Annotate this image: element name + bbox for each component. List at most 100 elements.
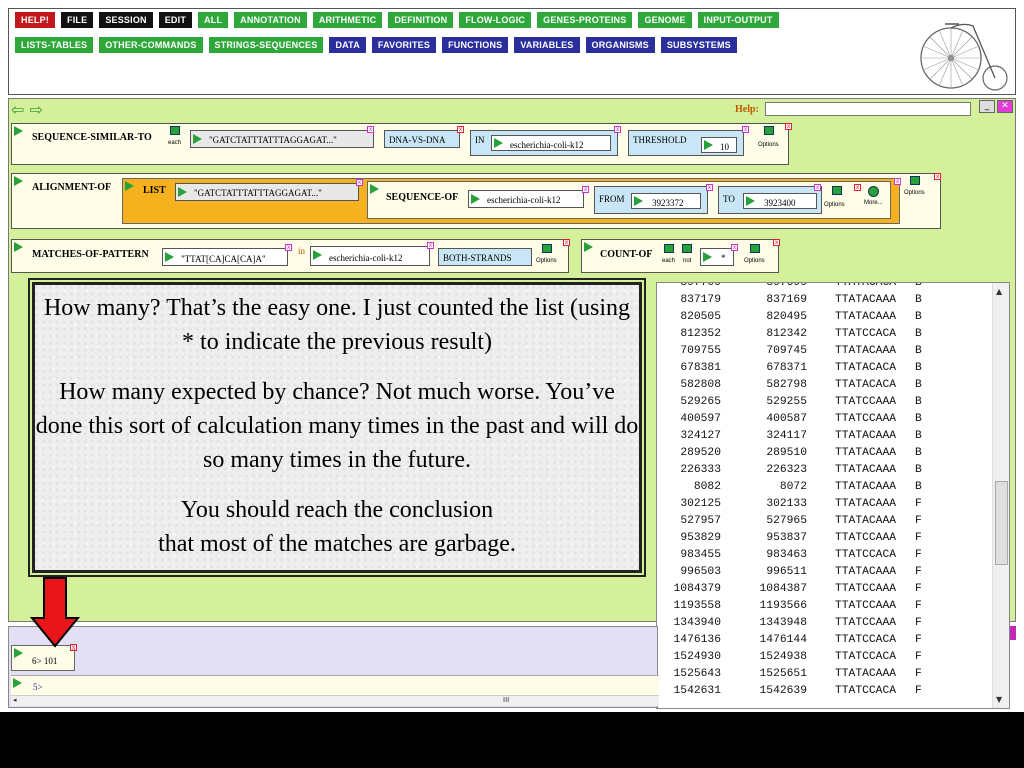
menu-button-data[interactable]: DATA <box>329 37 366 53</box>
in-organism-field[interactable]: IN escherichia-coli-k12 <box>470 130 618 156</box>
menu-button-all[interactable]: ALL <box>198 12 229 28</box>
help-input[interactable] <box>764 102 971 116</box>
sequence-of-block[interactable]: SEQUENCE-OF escherichia-coli-k12 x FROM … <box>367 181 891 219</box>
table-cell: 527965 <box>766 515 807 527</box>
horizontal-scrollbar[interactable]: ◂ III <box>11 695 659 706</box>
arrow-icon <box>178 187 187 197</box>
menu-button-input-output[interactable]: INPUT-OUTPUT <box>697 12 779 28</box>
from-input[interactable]: 3923372 <box>631 193 701 209</box>
threshold-input[interactable]: 10 <box>701 137 737 153</box>
run-arrow-icon[interactable] <box>14 176 23 186</box>
pattern-field[interactable]: "TTAT[CA]CA[CA]A" <box>162 248 288 266</box>
run-arrow-icon[interactable] <box>14 648 23 658</box>
remove-icon[interactable]: x <box>563 239 570 246</box>
run-arrow-icon[interactable] <box>125 181 134 191</box>
to-field[interactable]: TO 3923400 <box>718 186 822 214</box>
organism-field[interactable]: escherichia-coli-k12 <box>491 135 611 151</box>
menu-button-lists-tables[interactable]: LISTS-TABLES <box>15 37 94 53</box>
menu-button-session[interactable]: SESSION <box>99 12 153 28</box>
alignment-of-box[interactable]: ALIGNMENT-OF LIST "GATCTATTTATTTAGGAGAT.… <box>11 173 941 229</box>
menu-button-functions[interactable]: FUNCTIONS <box>442 37 509 53</box>
each-toggle-icon[interactable] <box>664 244 674 253</box>
menu-button-subsystems[interactable]: SUBSYSTEMS <box>660 37 737 53</box>
menu-button-annotation[interactable]: ANNOTATION <box>234 12 307 28</box>
menu-button-help[interactable]: HELP! <box>15 12 55 28</box>
table-cell: 8082 <box>693 481 721 493</box>
menu-button-arithmetic[interactable]: ARITHMETIC <box>312 12 383 28</box>
to-input[interactable]: 3923400 <box>743 193 817 209</box>
remove-icon[interactable]: x <box>731 244 738 251</box>
menu-button-favorites[interactable]: FAVORITES <box>371 37 437 53</box>
menu-button-edit[interactable]: EDIT <box>158 12 193 28</box>
remove-icon[interactable]: x <box>457 126 464 133</box>
menu-button-variables[interactable]: VARIABLES <box>514 37 580 53</box>
run-arrow-icon[interactable] <box>370 184 379 194</box>
scroll-down-icon[interactable]: ▼ <box>996 695 1002 704</box>
more-icon[interactable] <box>868 186 879 197</box>
table-row: 996503 996511 TTATACAAA F <box>661 564 947 581</box>
panel-tab[interactable] <box>1010 626 1016 640</box>
remove-icon[interactable]: x <box>582 186 589 193</box>
from-field[interactable]: FROM 3923372 <box>594 186 708 214</box>
remove-icon[interactable]: x <box>814 184 821 191</box>
menu-button-genes-proteins[interactable]: GENES-PROTEINS <box>537 12 633 28</box>
remove-icon[interactable]: x <box>854 184 861 191</box>
scroll-thumb[interactable] <box>995 481 1008 565</box>
remove-icon[interactable]: x <box>614 126 621 133</box>
matches-of-pattern-box[interactable]: MATCHES-OF-PATTERN "TTAT[CA]CA[CA]A" x i… <box>11 239 570 273</box>
table-cell: F <box>915 651 922 663</box>
run-arrow-icon[interactable] <box>13 678 22 688</box>
remove-icon[interactable]: x <box>934 173 941 180</box>
vertical-scrollbar[interactable]: ▲ ▼ <box>992 283 1009 708</box>
remove-icon[interactable]: x <box>894 178 901 185</box>
mode-field[interactable]: DNA-VS-DNA <box>384 130 460 148</box>
remove-icon[interactable]: x <box>367 126 374 133</box>
not-toggle-icon[interactable] <box>682 244 692 253</box>
options-icon[interactable] <box>750 244 760 253</box>
run-arrow-icon[interactable] <box>14 242 23 252</box>
help-label: Help: <box>735 103 759 115</box>
remove-icon[interactable]: x <box>285 244 292 251</box>
options-icon[interactable] <box>910 176 920 185</box>
options-icon[interactable] <box>542 244 552 253</box>
remove-icon[interactable]: x <box>706 184 713 191</box>
results-table[interactable]: 897709 897699 TTATACACA B 837179 837169 TTATAC… <box>656 282 1010 709</box>
options-icon[interactable] <box>832 186 842 195</box>
input-prompt[interactable]: 5> <box>11 675 659 697</box>
remove-icon[interactable]: x <box>356 179 363 186</box>
menu-button-other-commands[interactable]: OTHER-COMMANDS <box>99 37 203 53</box>
menu-button-strings-sequences[interactable]: STRINGS-SEQUENCES <box>208 37 324 53</box>
run-arrow-icon[interactable] <box>584 242 593 252</box>
menu-button-organisms[interactable]: ORGANISMS <box>585 37 655 53</box>
count-input[interactable]: * <box>700 248 734 266</box>
organism-field[interactable]: escherichia-coli-k12 <box>310 246 430 266</box>
remove-icon[interactable]: x <box>785 123 792 130</box>
organism-value: escherichia-coli-k12 <box>487 195 561 205</box>
run-arrow-icon[interactable] <box>14 126 23 136</box>
scroll-left-icon[interactable]: ◂ <box>13 696 17 704</box>
sequence-similar-to-box[interactable]: SEQUENCE-SIMILAR-TO each "GATCTATTTATTTA… <box>11 123 792 165</box>
strands-field[interactable]: BOTH-STRANDS <box>438 248 532 266</box>
remove-icon[interactable]: x <box>773 239 780 246</box>
threshold-field[interactable]: THRESHOLD 10 <box>628 130 744 156</box>
app-window: HELP! FILE SESSION EDIT ALL ANNOTATION ARITHME… <box>0 0 1024 712</box>
list-block[interactable]: LIST "GATCTATTTATTTAGGAGAT..." x SEQUENC… <box>122 178 901 224</box>
remove-icon[interactable]: x <box>427 242 434 249</box>
close-button[interactable]: ✕ <box>997 100 1013 113</box>
result-box[interactable]: 6> 101 x <box>11 643 77 671</box>
table-cell: TTATCCACA <box>835 685 897 697</box>
menu-button-file[interactable]: FILE <box>61 12 94 28</box>
scroll-up-icon[interactable]: ▲ <box>996 287 1002 296</box>
each-toggle-icon[interactable] <box>170 126 180 135</box>
minimize-button[interactable]: _ <box>979 100 995 113</box>
query-sequence-field[interactable]: "GATCTATTTATTTAGGAGAT..." <box>190 130 374 148</box>
menu-button-definition[interactable]: DEFINITION <box>388 12 454 28</box>
organism-field[interactable]: escherichia-coli-k12 <box>468 190 584 208</box>
remove-icon[interactable]: x <box>742 126 749 133</box>
count-of-box[interactable]: COUNT-OF each not * x Options x <box>581 239 780 273</box>
query-sequence-field[interactable]: "GATCTATTTATTTAGGAGAT..." <box>175 183 359 201</box>
options-icon[interactable] <box>764 126 774 135</box>
history-nav-arrows[interactable]: ⇦ ⇨ <box>11 100 43 119</box>
menu-button-flow-logic[interactable]: FLOW-LOGIC <box>459 12 532 28</box>
menu-button-genome[interactable]: GENOME <box>638 12 692 28</box>
